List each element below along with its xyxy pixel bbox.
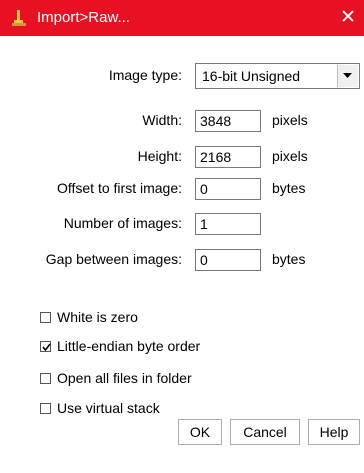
ok-button[interactable]: OK <box>178 419 222 445</box>
num-images-label: Number of images: <box>63 215 182 231</box>
gap-label: Gap between images: <box>45 251 182 267</box>
width-unit: pixels <box>272 112 308 128</box>
title-bar: Import>Raw... ✕ <box>0 0 364 36</box>
height-label: Height: <box>137 148 182 164</box>
white-is-zero-label: White is zero <box>57 309 138 325</box>
num-images-field[interactable] <box>195 213 261 235</box>
image-type-value: 16-bit Unsigned <box>202 68 301 84</box>
little-endian-option[interactable]: Little-endian byte order <box>40 338 200 354</box>
imagej-app-icon <box>12 10 26 26</box>
gap-unit: bytes <box>272 251 306 267</box>
height-field[interactable] <box>195 146 261 168</box>
image-type-label: Image type: <box>108 67 182 83</box>
little-endian-label: Little-endian byte order <box>57 338 201 354</box>
help-button[interactable]: Help <box>308 419 360 445</box>
image-type-select[interactable]: 16-bit Unsigned <box>195 63 360 89</box>
height-unit: pixels <box>272 148 308 164</box>
cancel-button[interactable]: Cancel <box>230 419 300 445</box>
open-all-files-label: Open all files in folder <box>57 370 192 386</box>
virtual-stack-checkbox[interactable] <box>40 402 51 414</box>
open-all-files-checkbox[interactable] <box>40 372 51 384</box>
width-field[interactable] <box>195 110 261 132</box>
white-is-zero-checkbox[interactable] <box>40 311 51 323</box>
white-is-zero-option[interactable]: White is zero <box>40 309 138 325</box>
offset-unit: bytes <box>272 180 306 196</box>
width-label: Width: <box>142 112 182 128</box>
virtual-stack-label: Use virtual stack <box>57 400 160 416</box>
open-all-files-option[interactable]: Open all files in folder <box>40 370 192 386</box>
checkmark-icon <box>42 343 51 351</box>
virtual-stack-option[interactable]: Use virtual stack <box>40 400 160 416</box>
dropdown-button[interactable] <box>337 65 358 87</box>
window-title: Import>Raw... <box>37 9 130 26</box>
chevron-down-icon <box>343 73 352 78</box>
close-icon[interactable]: ✕ <box>340 6 356 29</box>
gap-field[interactable] <box>195 249 261 271</box>
offset-label: Offset to first image: <box>56 180 182 196</box>
offset-field[interactable] <box>195 178 261 200</box>
little-endian-checkbox[interactable] <box>40 340 51 352</box>
